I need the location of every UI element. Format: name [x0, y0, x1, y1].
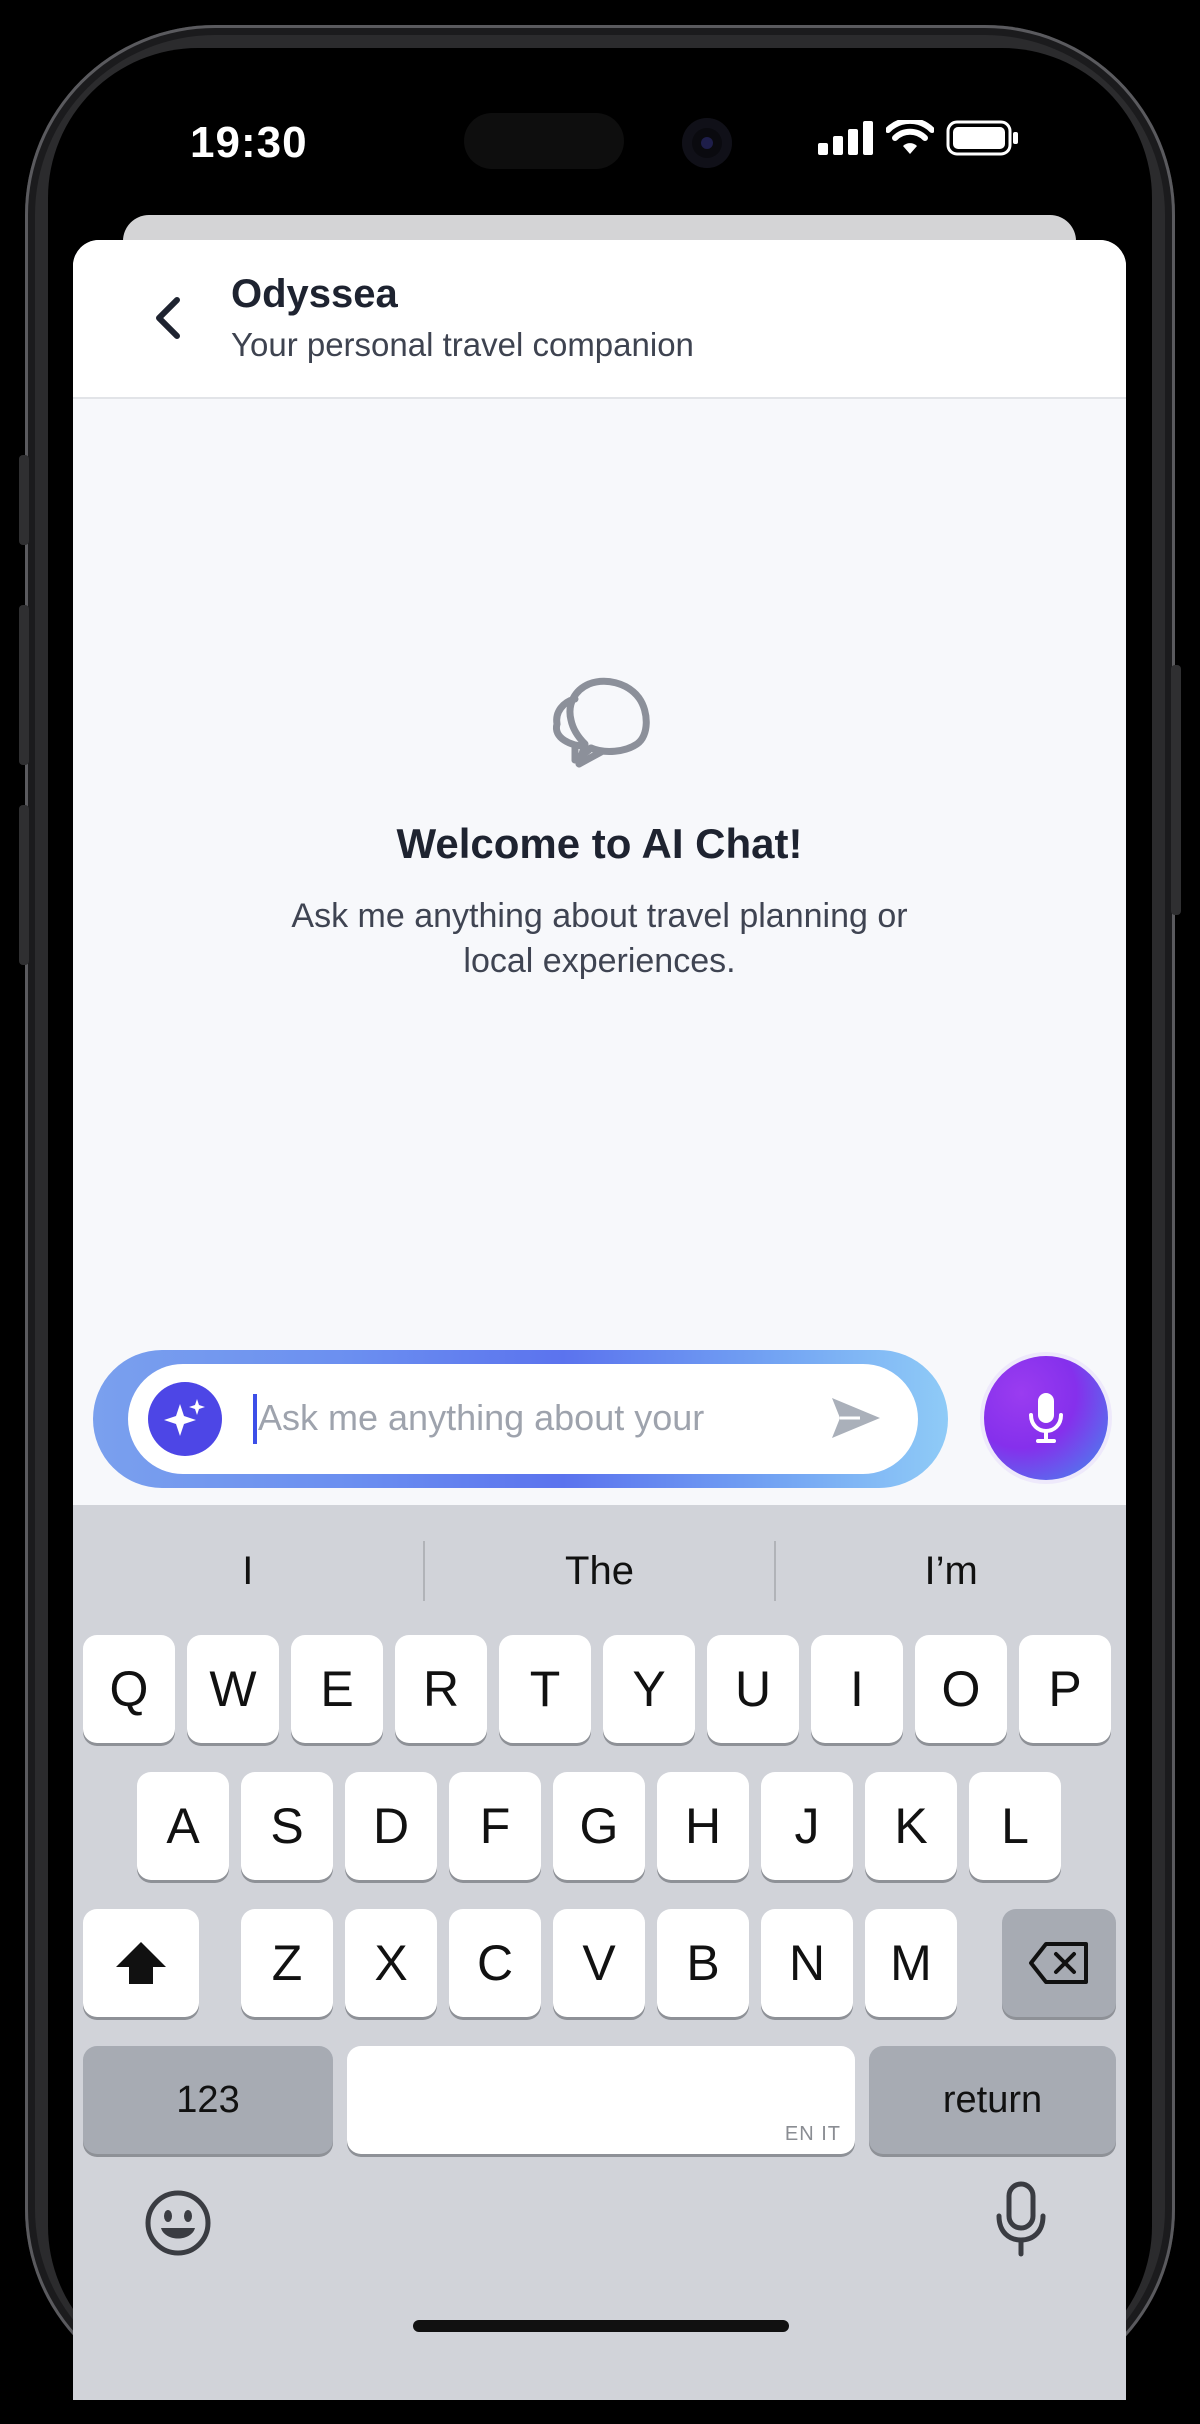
shift-key[interactable] — [83, 1909, 199, 2017]
text-caret — [253, 1394, 257, 1444]
status-icons — [818, 120, 1020, 156]
volume-down-button — [19, 805, 29, 965]
key-k[interactable]: K — [865, 1772, 957, 1880]
page-subtitle: Your personal travel companion — [231, 326, 694, 363]
ai-suggest-button[interactable] — [148, 1382, 222, 1456]
message-input[interactable]: Ask me anything about your — [258, 1397, 704, 1439]
suggestion-bar: I The I’m — [73, 1535, 1126, 1607]
message-composer[interactable]: Ask me anything about your — [128, 1364, 918, 1474]
status-time: 19:30 — [190, 118, 308, 167]
sparkles-icon — [164, 1399, 205, 1436]
shift-icon — [116, 1942, 166, 1984]
key-d[interactable]: D — [345, 1772, 437, 1880]
chat-bubbles-icon — [552, 677, 650, 768]
key-x[interactable]: X — [345, 1909, 437, 2017]
numbers-key[interactable]: 123 — [83, 2046, 333, 2154]
key-b[interactable]: B — [657, 1909, 749, 2017]
delete-key[interactable] — [1002, 1909, 1116, 2017]
page-title: Odyssea — [231, 272, 398, 316]
dictation-mic-icon[interactable] — [993, 2180, 1049, 2260]
key-s[interactable]: S — [241, 1772, 333, 1880]
welcome-subtitle: Ask me anything about travel planning or… — [291, 897, 908, 980]
delete-icon — [1029, 1942, 1088, 1984]
chat-sheet: Odyssea Your personal travel companion W… — [73, 240, 1126, 2400]
microphone-icon — [1029, 1393, 1063, 1443]
key-t[interactable]: T — [499, 1635, 591, 1743]
chevron-left-icon[interactable] — [143, 290, 195, 346]
key-z[interactable]: Z — [241, 1909, 333, 2017]
key-u[interactable]: U — [707, 1635, 799, 1743]
key-y[interactable]: Y — [603, 1635, 695, 1743]
cellular-signal-icon — [818, 121, 873, 155]
key-l[interactable]: L — [969, 1772, 1061, 1880]
power-button — [1171, 665, 1181, 915]
key-c[interactable]: C — [449, 1909, 541, 2017]
key-i[interactable]: I — [811, 1635, 903, 1743]
suggestion-item[interactable]: I — [73, 1535, 423, 1607]
space-language-label: EN IT — [784, 2123, 841, 2145]
key-h[interactable]: H — [657, 1772, 749, 1880]
camera — [682, 118, 732, 168]
battery-icon — [946, 120, 1018, 156]
chat-header: Odyssea Your personal travel companion — [73, 240, 1126, 399]
emoji-icon[interactable] — [143, 2188, 213, 2258]
wifi-icon — [886, 120, 934, 154]
key-n[interactable]: N — [761, 1909, 853, 2017]
welcome-title: Welcome to AI Chat! — [396, 820, 803, 867]
key-m[interactable]: M — [865, 1909, 957, 2017]
return-key-label: return — [942, 2078, 1043, 2121]
dynamic-island — [464, 113, 624, 169]
voice-input-button[interactable] — [984, 1356, 1108, 1480]
key-o[interactable]: O — [915, 1635, 1007, 1743]
suggestion-item[interactable]: The — [425, 1535, 775, 1607]
key-p[interactable]: P — [1019, 1635, 1111, 1743]
return-key[interactable]: return — [869, 2046, 1116, 2154]
key-v[interactable]: V — [553, 1909, 645, 2017]
key-g[interactable]: G — [553, 1772, 645, 1880]
numbers-key-label: 123 — [176, 2078, 240, 2121]
key-q[interactable]: Q — [83, 1635, 175, 1743]
key-f[interactable]: F — [449, 1772, 541, 1880]
volume-up-button — [19, 605, 29, 765]
space-key[interactable]: EN IT — [347, 2046, 855, 2154]
keyboard: I The I’m Q W E R T Y U I O P A S D F G … — [73, 1505, 1126, 2400]
suggestion-item[interactable]: I’m — [776, 1535, 1126, 1607]
key-j[interactable]: J — [761, 1772, 853, 1880]
key-r[interactable]: R — [395, 1635, 487, 1743]
home-indicator[interactable] — [413, 2320, 789, 2332]
key-e[interactable]: E — [291, 1635, 383, 1743]
key-w[interactable]: W — [187, 1635, 279, 1743]
send-icon[interactable] — [830, 1394, 882, 1442]
action-button — [19, 455, 29, 545]
key-a[interactable]: A — [137, 1772, 229, 1880]
